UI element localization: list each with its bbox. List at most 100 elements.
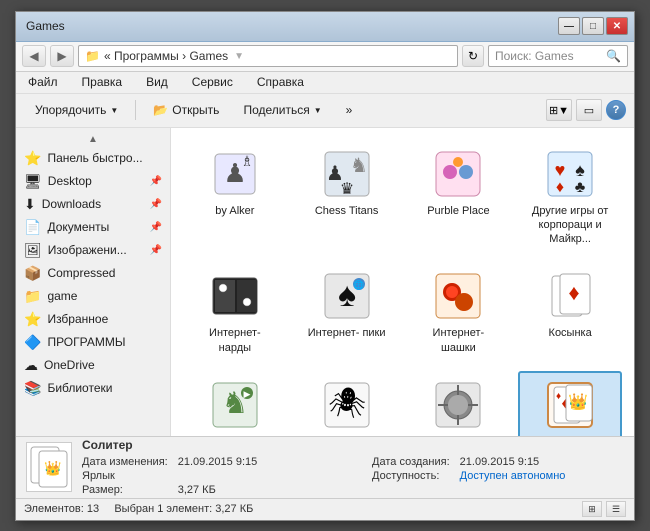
grid-view-button[interactable]: ⊞ — [582, 501, 602, 517]
status-size-label: Размер: — [82, 484, 168, 496]
menu-file[interactable]: Файл — [24, 73, 62, 91]
path-dropdown-icon[interactable]: ▼ — [234, 51, 244, 62]
organize-arrow-icon: ▼ — [110, 106, 118, 115]
menu-view[interactable]: Вид — [142, 73, 172, 91]
icon-solitaire[interactable]: ♦ ♦ ♦ 👑 Солитер — [518, 371, 622, 436]
list-view-button[interactable]: ☰ — [606, 501, 626, 517]
forward-button[interactable]: ▶ — [50, 45, 74, 67]
menu-bar: Файл Правка Вид Сервис Справка — [16, 72, 634, 94]
menu-edit[interactable]: Правка — [78, 73, 127, 91]
status-size-value: 3,27 КБ — [178, 484, 342, 496]
sidebar-item-label: ПРОГРАММЫ — [47, 335, 125, 349]
maximize-button[interactable]: □ — [582, 17, 604, 35]
close-button[interactable]: ✕ — [606, 17, 628, 35]
sidebar-item-onedrive[interactable]: ☁ OneDrive — [16, 354, 170, 377]
desktop-icon: 🖥 — [24, 173, 42, 190]
libraries-icon: 📚 — [24, 380, 41, 397]
quick-access-icon: ⭐ — [24, 150, 41, 167]
sidebar-item-game[interactable]: 📁 game — [16, 285, 170, 308]
svg-text:👑: 👑 — [44, 460, 61, 477]
icon-chess-titans[interactable]: ♟ ♞ ♛ Chess Titans — [295, 140, 399, 255]
menu-service[interactable]: Сервис — [188, 73, 237, 91]
menu-help[interactable]: Справка — [253, 73, 308, 91]
obozrevatel-icon-img: ♞ ▶ — [209, 379, 261, 431]
icon-internet-piki[interactable]: ♠ 🌐 Интернет- пики — [295, 262, 399, 363]
icon-spider[interactable]: 🕷 Паук — [295, 371, 399, 436]
minimize-button[interactable]: — — [558, 17, 580, 35]
saper-icon-img — [432, 379, 484, 431]
status-thumbnail: ♦ 👑 — [26, 442, 72, 492]
internet-nardi-label: Интернет- нарды — [195, 326, 275, 355]
svg-text:♦: ♦ — [556, 179, 564, 196]
svg-text:♠: ♠ — [575, 160, 585, 180]
back-button[interactable]: ◀ — [22, 45, 46, 67]
toolbar-separator — [135, 100, 136, 120]
window-title: Games — [26, 19, 65, 33]
search-box[interactable]: Поиск: Games 🔍 — [488, 45, 628, 67]
icon-grid: ♟ ♗ by Alker ♟ ♞ ♛ — [179, 136, 626, 436]
status-availability-label: Доступность: — [352, 470, 450, 482]
solitaire-label: Солитер — [548, 435, 592, 436]
sidebar-item-downloads[interactable]: ⬇ Downloads 📌 — [16, 193, 170, 216]
bottom-view-controls: ⊞ ☰ — [582, 501, 626, 517]
content-area: ▲ ⭐ Панель быстро... 🖥 Desktop 📌 ⬇ Downl… — [16, 128, 634, 436]
pin-icon: 📌 — [150, 199, 162, 210]
obozrevatel-label: Обозрева тель игр — [195, 435, 275, 436]
sidebar-item-label: Документы — [47, 220, 109, 234]
help-button[interactable]: ? — [606, 100, 626, 120]
sidebar-item-label: game — [47, 289, 77, 303]
icon-obozrevatel[interactable]: ♞ ▶ Обозрева тель игр — [183, 371, 287, 436]
change-view-button[interactable]: ⊞▼ — [546, 99, 572, 121]
more-button[interactable]: » — [335, 97, 364, 123]
sidebar-item-compressed[interactable]: 📦 Compressed — [16, 262, 170, 285]
sidebar-item-quick-access[interactable]: ⭐ Панель быстро... — [16, 147, 170, 170]
svg-text:👑: 👑 — [568, 393, 588, 411]
svg-text:♦: ♦ — [569, 280, 580, 305]
icon-internet-shashki[interactable]: Интернет- шашки — [407, 262, 511, 363]
icon-by-alker[interactable]: ♟ ♗ by Alker — [183, 140, 287, 255]
pin-icon: 📌 — [150, 245, 162, 256]
icon-other-games[interactable]: ♥ ♠ ♦ ♣ Другие игры от корпораци и Майкр… — [518, 140, 622, 255]
sidebar-item-desktop[interactable]: 🖥 Desktop 📌 — [16, 170, 170, 193]
other-games-icon-img: ♥ ♠ ♦ ♣ — [544, 148, 596, 200]
other-games-label: Другие игры от корпораци и Майкр... — [530, 204, 610, 247]
status-created-label: Дата создания: — [352, 456, 450, 468]
sidebar-item-images[interactable]: 🖼 Изображени... 📌 — [16, 239, 170, 262]
share-button[interactable]: Поделиться ▼ — [232, 97, 332, 123]
onedrive-icon: ☁ — [24, 357, 38, 374]
sidebar: ▲ ⭐ Панель быстро... 🖥 Desktop 📌 ⬇ Downl… — [16, 128, 171, 436]
path-text: « Программы › Games — [104, 49, 228, 63]
sidebar-item-label: Desktop — [48, 174, 92, 188]
open-button[interactable]: 📂 Открыть — [142, 97, 230, 123]
internet-shashki-label: Интернет- шашки — [418, 326, 498, 355]
icon-saper[interactable]: Сапер — [407, 371, 511, 436]
details-pane-button[interactable]: ▭ — [576, 99, 602, 121]
chess-titans-label: Chess Titans — [315, 204, 379, 218]
status-availability-value: Доступен автономно — [460, 470, 624, 482]
icon-purble-place[interactable]: Purble Place — [407, 140, 511, 255]
icon-internet-nardi[interactable]: Интернет- нарды — [183, 262, 287, 363]
sidebar-item-programs[interactable]: 🔷 ПРОГРАММЫ — [16, 331, 170, 354]
status-file-name: Солитер — [82, 438, 133, 452]
solitaire-icon-img: ♦ ♦ ♦ 👑 — [544, 379, 596, 431]
sidebar-item-favorites[interactable]: ⭐ Избранное — [16, 308, 170, 331]
search-placeholder: Поиск: Games — [495, 49, 574, 63]
address-path[interactable]: 📁 « Программы › Games ▼ — [78, 45, 458, 67]
svg-text:▶: ▶ — [243, 389, 250, 399]
images-icon: 🖼 — [24, 242, 42, 259]
icon-kosynka[interactable]: ♥ ♦ Косынка — [518, 262, 622, 363]
organize-button[interactable]: Упорядочить ▼ — [24, 97, 129, 123]
programs-icon: 🔷 — [24, 334, 41, 351]
search-icon[interactable]: 🔍 — [606, 49, 621, 63]
scroll-up-indicator: ▲ — [16, 132, 170, 147]
svg-text:🕷: 🕷 — [328, 387, 366, 420]
window-controls: — □ ✕ — [558, 17, 628, 35]
svg-text:♥: ♥ — [555, 160, 566, 180]
sidebar-item-documents[interactable]: 📄 Документы 📌 — [16, 216, 170, 239]
refresh-button[interactable]: ↻ — [462, 45, 484, 67]
sidebar-item-label: Избранное — [47, 312, 108, 326]
share-arrow-icon: ▼ — [314, 106, 322, 115]
sidebar-item-libraries[interactable]: 📚 Библиотеки — [16, 377, 170, 400]
spider-icon-img: 🕷 — [321, 379, 373, 431]
purble-place-icon-img — [432, 148, 484, 200]
